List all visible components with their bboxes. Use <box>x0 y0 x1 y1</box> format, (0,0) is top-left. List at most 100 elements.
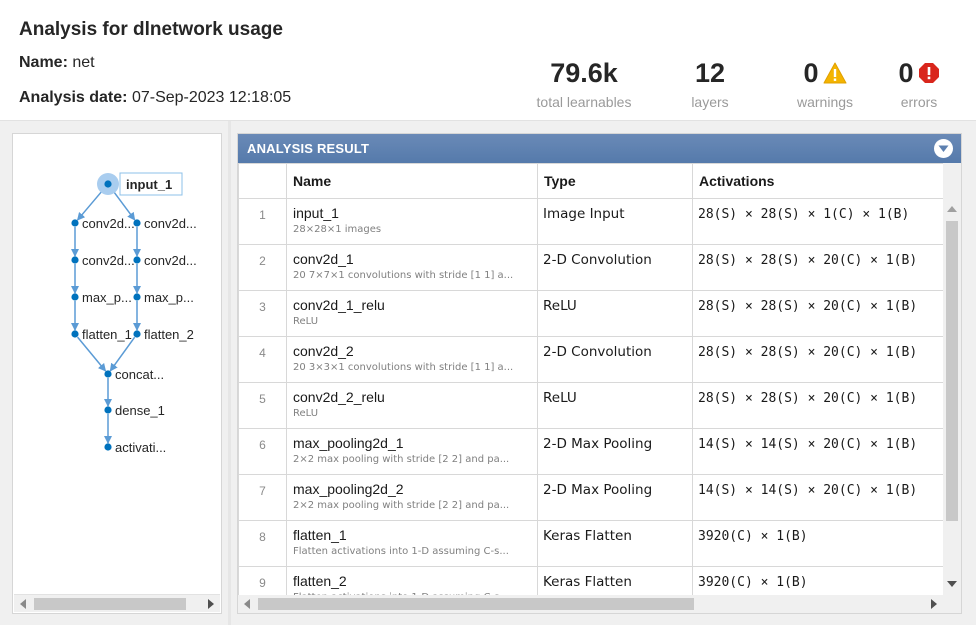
network-graph-panel[interactable]: input_1 conv2d... conv2d... conv2d... conv2d… <box>12 133 222 614</box>
scroll-right-arrow[interactable] <box>208 599 214 609</box>
column-header-name[interactable]: Name <box>286 163 538 199</box>
scroll-up-arrow[interactable] <box>947 206 957 212</box>
graph-node-dot[interactable] <box>104 180 112 188</box>
error-octagon-icon <box>918 60 940 90</box>
graph-node-conv2d_1[interactable]: conv2d... <box>71 216 135 231</box>
layer-activations: 28(S) × 28(S) × 1(C) × 1(B) <box>692 198 944 245</box>
graph-node-dot[interactable] <box>104 443 112 451</box>
table-row[interactable]: 5 conv2d_2_relu ReLU ReLU 28(S) × 28(S) × 20… <box>238 382 944 429</box>
graph-node-label: activati... <box>115 440 166 455</box>
layer-description: 20 7×7×1 convolutions with stride [1 1] … <box>293 270 514 281</box>
column-header-activations[interactable]: Activations <box>692 163 944 199</box>
date-label: Analysis date: <box>19 89 128 106</box>
layer-name: flatten_1 <box>293 527 347 543</box>
graph-node-label: dense_1 <box>115 403 165 418</box>
graph-node-dot[interactable] <box>133 330 141 338</box>
layer-type: Image Input <box>537 198 693 245</box>
row-index: 5 <box>238 382 287 429</box>
table-row[interactable]: 3 conv2d_1_relu ReLU ReLU 28(S) × 28(S) × 20… <box>238 290 944 337</box>
table-vscroll-thumb[interactable] <box>946 221 958 521</box>
graph-node-dot[interactable] <box>71 330 79 338</box>
result-table-container[interactable]: Name Type Activations 1 input_1 28×28×1 im… <box>238 163 961 595</box>
graph-node-label: flatten_2 <box>144 327 194 342</box>
table-vertical-scrollbar[interactable] <box>943 163 961 595</box>
layer-name: conv2d_1 <box>293 251 354 267</box>
graph-node-dense_1[interactable]: dense_1 <box>104 403 165 418</box>
analysis-header: Analysis for dlnetwork usage Name: net A… <box>0 0 976 121</box>
graph-scroll-thumb[interactable] <box>34 598 186 610</box>
page-title: Analysis for dlnetwork usage <box>19 19 283 40</box>
graph-node-max_pooling2d_1[interactable]: max_p... <box>71 290 132 305</box>
layer-activations: 28(S) × 28(S) × 20(C) × 1(B) <box>692 244 944 291</box>
result-title: ANALYSIS RESULT <box>247 141 370 156</box>
table-row[interactable]: 1 input_1 28×28×1 images Image Input 28(S) ×… <box>238 198 944 245</box>
column-header-type[interactable]: Type <box>537 163 693 199</box>
layer-name-cell: conv2d_2_relu ReLU <box>286 382 538 429</box>
table-row[interactable]: 7 max_pooling2d_2 2×2 max pooling with str… <box>238 474 944 521</box>
graph-node-flatten_2[interactable]: flatten_2 <box>133 327 194 342</box>
layer-name-cell: input_1 28×28×1 images <box>286 198 538 245</box>
stat-warnings: 0 warnings <box>784 58 866 110</box>
graph-node-dot[interactable] <box>133 219 141 227</box>
graph-node-concatenate[interactable]: concat... <box>104 367 164 382</box>
row-index: 2 <box>238 244 287 291</box>
column-header-index[interactable] <box>238 163 287 199</box>
graph-node-label: conv2d... <box>82 216 135 231</box>
graph-node-activation[interactable]: activati... <box>104 440 166 455</box>
graph-node-dot[interactable] <box>104 370 112 378</box>
layer-type: ReLU <box>537 290 693 337</box>
layer-name: input_1 <box>293 205 339 221</box>
layer-type: 2-D Convolution <box>537 336 693 383</box>
graph-node-dot[interactable] <box>71 219 79 227</box>
panel-splitter[interactable] <box>228 121 231 625</box>
layers-value: 12 <box>694 58 726 88</box>
layer-name-cell: max_pooling2d_1 2×2 max pooling with stri… <box>286 428 538 475</box>
table-row[interactable]: 2 conv2d_1 20 7×7×1 convolutions with stri… <box>238 244 944 291</box>
graph-node-label: flatten_1 <box>82 327 132 342</box>
scroll-down-arrow[interactable] <box>947 581 957 587</box>
layer-activations: 28(S) × 28(S) × 20(C) × 1(B) <box>692 336 944 383</box>
table-row[interactable]: 8 flatten_1 Flatten activations into 1-D a… <box>238 520 944 567</box>
network-graph[interactable]: input_1 conv2d... conv2d... conv2d... conv2d… <box>13 134 221 594</box>
layer-activations: 3920(C) × 1(B) <box>692 566 944 595</box>
warnings-value: 0 <box>803 58 819 88</box>
graph-node-conv2d_2_relu[interactable]: conv2d... <box>133 253 197 268</box>
graph-node-max_pooling2d_2[interactable]: max_p... <box>133 290 194 305</box>
layer-name: max_pooling2d_2 <box>293 481 404 497</box>
graph-node-dot[interactable] <box>133 256 141 264</box>
graph-node-conv2d_1_relu[interactable]: conv2d... <box>71 253 135 268</box>
table-hscroll-thumb[interactable] <box>258 598 694 610</box>
layer-type: ReLU <box>537 382 693 429</box>
row-index: 9 <box>238 566 287 595</box>
layer-name: max_pooling2d_1 <box>293 435 404 451</box>
result-table: Name Type Activations 1 input_1 28×28×1 im… <box>238 163 944 595</box>
layer-activations: 14(S) × 14(S) × 20(C) × 1(B) <box>692 428 944 475</box>
graph-node-dot[interactable] <box>104 406 112 414</box>
table-row[interactable]: 6 max_pooling2d_1 2×2 max pooling with str… <box>238 428 944 475</box>
graph-node-dot[interactable] <box>133 293 141 301</box>
table-row[interactable]: 9flatten_2Flatten activations into 1-D a… <box>238 566 944 595</box>
scroll-left-arrow[interactable] <box>244 599 250 609</box>
graph-node-dot[interactable] <box>71 293 79 301</box>
row-index: 8 <box>238 520 287 567</box>
graph-node-label: conv2d... <box>144 253 197 268</box>
network-name: Name: net <box>19 54 95 72</box>
table-row[interactable]: 4 conv2d_2 20 3×3×1 convolutions with stri… <box>238 336 944 383</box>
graph-node-conv2d_2[interactable]: conv2d... <box>133 216 197 231</box>
graph-edge <box>76 336 107 372</box>
graph-node-label: concat... <box>115 367 164 382</box>
scroll-left-arrow[interactable] <box>20 599 26 609</box>
table-header-row: Name Type Activations <box>238 163 944 199</box>
graph-node-input_1[interactable]: input_1 <box>97 172 183 196</box>
collapse-button[interactable] <box>934 139 953 158</box>
scroll-right-arrow[interactable] <box>931 599 937 609</box>
graph-horizontal-scrollbar[interactable] <box>14 594 220 612</box>
graph-node-dot[interactable] <box>71 256 79 264</box>
layer-name: conv2d_2 <box>293 343 354 359</box>
table-horizontal-scrollbar[interactable] <box>238 595 961 613</box>
name-label: Name: <box>19 54 68 71</box>
learnables-label: total learnables <box>536 94 632 110</box>
row-index: 6 <box>238 428 287 475</box>
stat-learnables: 79.6k total learnables <box>529 58 639 110</box>
graph-edge <box>109 336 136 372</box>
